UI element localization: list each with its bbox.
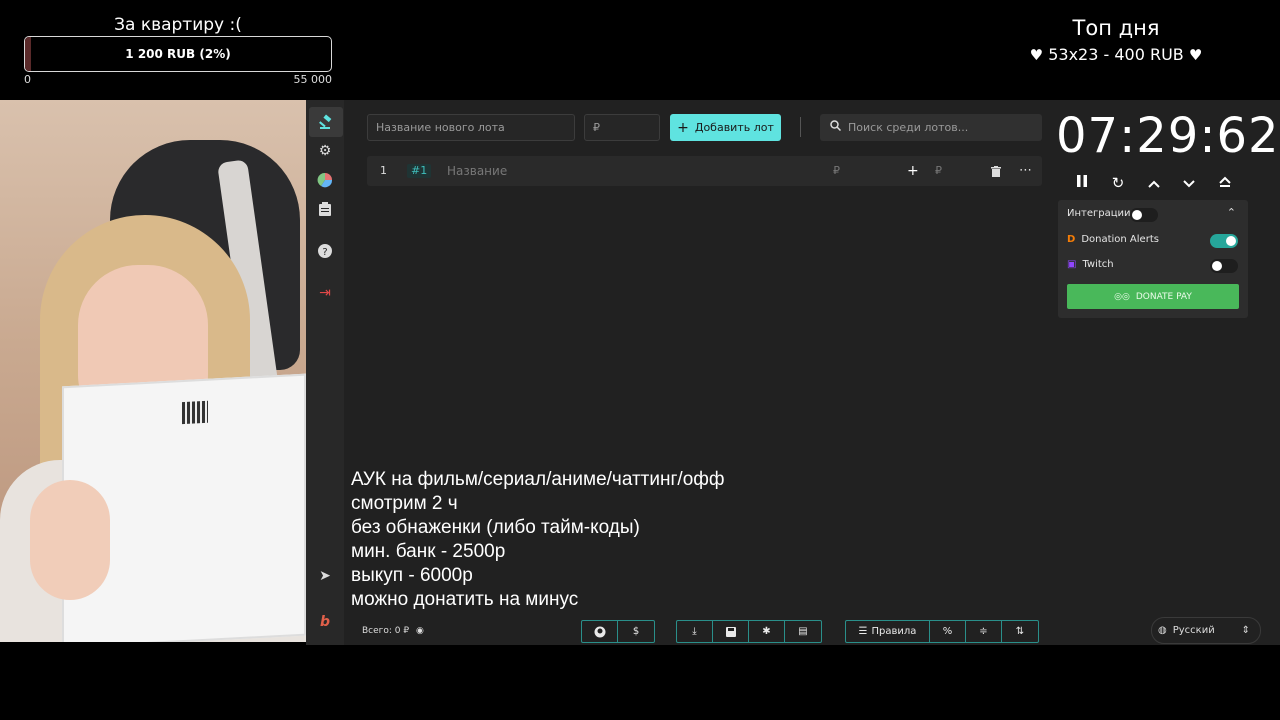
donatepay-button[interactable]: ◎◎ DONATE PAY bbox=[1067, 284, 1239, 309]
donation-goal: За квартиру :( 1 200 RUB (2%) 0 55 000 bbox=[24, 14, 332, 86]
add-amount-icon[interactable]: + bbox=[907, 156, 919, 186]
lot-add-amount-input[interactable]: ₽ bbox=[935, 156, 942, 186]
clipboard-icon[interactable] bbox=[313, 197, 337, 221]
toolbar-group-tools: ☰ Правила % ≑ ⇅ bbox=[845, 620, 1039, 643]
auction-app: ⚙ ? ⇥ ➤ b Название нового лота ₽ + Добав… bbox=[306, 100, 1280, 645]
bug-icon[interactable]: ✱ bbox=[749, 621, 785, 642]
rule-line: выкуп - 6000р bbox=[351, 565, 473, 586]
toggle-knob bbox=[1132, 210, 1142, 220]
streamer-hand bbox=[30, 480, 110, 600]
globe-icon: ◍ bbox=[1158, 625, 1167, 636]
goal-min: 0 bbox=[24, 73, 31, 86]
rules-list-icon: ☰ bbox=[858, 626, 868, 637]
auction-timer: 07:29:62 bbox=[1056, 108, 1280, 164]
integration-twitch: ▣ Twitch bbox=[1067, 259, 1114, 270]
chevron-down-icon[interactable] bbox=[1178, 172, 1200, 194]
reset-icon[interactable]: ↻ bbox=[1107, 172, 1129, 194]
language-label: Русский bbox=[1172, 625, 1215, 636]
auction-hammer-icon[interactable] bbox=[309, 107, 343, 137]
toolbar-group-files: ⤓ ✱ ▤ bbox=[676, 620, 822, 643]
github-icon[interactable] bbox=[582, 621, 618, 642]
trash-icon[interactable] bbox=[991, 156, 1001, 186]
qr-code bbox=[182, 400, 208, 425]
total-amount: Всего: 0 ₽ ◉ bbox=[362, 626, 424, 636]
save-icon[interactable] bbox=[713, 621, 749, 642]
top-day-value: ♥ 53x23 - 400 RUB ♥ bbox=[1016, 42, 1216, 68]
integrations-title: Интеграции bbox=[1067, 208, 1131, 219]
top-day-title: Топ дня bbox=[1072, 16, 1160, 40]
new-lot-name-input[interactable]: Название нового лота bbox=[367, 114, 575, 141]
rule-line: АУК на фильм/сериал/аниме/чаттинг/офф bbox=[351, 469, 725, 490]
webcam-feed bbox=[0, 100, 306, 642]
twitch-icon: ▣ bbox=[1067, 259, 1077, 270]
plus-icon: + bbox=[677, 119, 689, 136]
rule-line: можно донатить на минус bbox=[351, 589, 579, 610]
chevron-up-icon[interactable] bbox=[1143, 172, 1165, 194]
heart-icon: ♥ bbox=[1188, 46, 1203, 64]
rule-line: без обнаженки (либо тайм-коды) bbox=[351, 517, 640, 538]
svg-text:?: ? bbox=[322, 247, 327, 258]
rule-line: мин. банк - 2500р bbox=[351, 541, 506, 562]
telegram-icon[interactable]: ➤ bbox=[313, 564, 337, 588]
help-icon[interactable]: ? bbox=[313, 239, 337, 263]
sidebar: ⚙ ? ⇥ ➤ b bbox=[306, 100, 344, 645]
settings-gear-icon[interactable]: ⚙ bbox=[313, 139, 337, 163]
integration-label: Twitch bbox=[1082, 259, 1114, 270]
pie-chart-icon[interactable] bbox=[313, 168, 337, 192]
rule-line: смотрим 2 ч bbox=[351, 493, 458, 514]
add-lot-button[interactable]: + Добавить лот bbox=[670, 114, 781, 141]
donation-alerts-icon: D bbox=[1067, 234, 1076, 245]
search-placeholder: Поиск среди лотов... bbox=[848, 121, 969, 134]
pause-icon[interactable] bbox=[1071, 172, 1093, 194]
integrations-panel: Интеграции ⌃ D Donation Alerts ▣ Twitch … bbox=[1058, 200, 1248, 318]
integration-donation-alerts: D Donation Alerts bbox=[1067, 234, 1159, 245]
lot-amount-input[interactable]: ₽ bbox=[833, 156, 840, 186]
language-select[interactable]: ◍ Русский ⇕ bbox=[1151, 617, 1261, 644]
integrations-header: Интеграции bbox=[1067, 208, 1131, 219]
search-icon bbox=[830, 114, 842, 141]
stream-rules: АУК на фильм/сериал/аниме/чаттинг/офф см… bbox=[351, 468, 791, 612]
top-day-amount: 53x23 - 400 RUB bbox=[1048, 45, 1184, 64]
donate-dollar-icon[interactable]: $ bbox=[618, 621, 654, 642]
donation-alerts-toggle[interactable] bbox=[1210, 234, 1238, 248]
total-label: Всего: 0 ₽ bbox=[362, 626, 410, 636]
integration-label: Donation Alerts bbox=[1081, 234, 1159, 245]
split-icon[interactable]: ≑ bbox=[966, 621, 1002, 642]
goal-progress-bar: 1 200 RUB (2%) bbox=[24, 36, 332, 72]
lot-index: 1 bbox=[380, 164, 387, 177]
donatepay-label: DONATE PAY bbox=[1135, 291, 1192, 302]
toolbar-group-links: $ bbox=[581, 620, 655, 643]
toolbar-divider bbox=[800, 117, 801, 137]
eye-off-icon[interactable]: ◉ bbox=[416, 626, 424, 636]
boosty-icon[interactable]: b bbox=[313, 610, 337, 634]
toggle-knob bbox=[1212, 261, 1222, 271]
top-of-day: Топ дня ♥ 53x23 - 400 RUB ♥ bbox=[1016, 14, 1216, 68]
add-lot-label: Добавить лот bbox=[694, 121, 774, 134]
download-icon[interactable]: ⤓ bbox=[677, 621, 713, 642]
heart-icon: ♥ bbox=[1029, 46, 1044, 64]
percent-icon[interactable]: % bbox=[930, 621, 966, 642]
lot-search-input[interactable]: Поиск среди лотов... bbox=[820, 114, 1042, 141]
import-icon[interactable]: ▤ bbox=[785, 621, 821, 642]
goal-progress-text: 1 200 RUB (2%) bbox=[125, 47, 231, 61]
select-arrows-icon: ⇕ bbox=[1241, 625, 1250, 636]
goal-title: За квартиру :( bbox=[114, 15, 242, 35]
new-lot-amount-input[interactable]: ₽ bbox=[584, 114, 660, 141]
lot-name-input[interactable]: Название bbox=[447, 156, 507, 186]
logout-icon[interactable]: ⇥ bbox=[313, 281, 337, 305]
donatepay-logo-icon: ◎◎ bbox=[1114, 291, 1130, 302]
eject-icon[interactable] bbox=[1214, 172, 1236, 194]
lot-tag: #1 bbox=[407, 164, 432, 178]
sort-icon[interactable]: ⇅ bbox=[1002, 621, 1038, 642]
goal-range: 0 55 000 bbox=[24, 73, 332, 86]
lot-row: 1 #1 Название ₽ + ₽ ⋯ bbox=[367, 156, 1042, 186]
rules-label: Правила bbox=[871, 626, 917, 637]
more-options-icon[interactable]: ⋯ bbox=[1019, 156, 1032, 186]
toggle-knob bbox=[1226, 236, 1236, 246]
goal-max: 55 000 bbox=[293, 73, 333, 86]
integrations-master-toggle[interactable] bbox=[1130, 208, 1158, 222]
rules-button[interactable]: ☰ Правила bbox=[846, 621, 930, 642]
collapse-chevron-icon[interactable]: ⌃ bbox=[1227, 206, 1236, 219]
twitch-toggle[interactable] bbox=[1210, 259, 1238, 273]
